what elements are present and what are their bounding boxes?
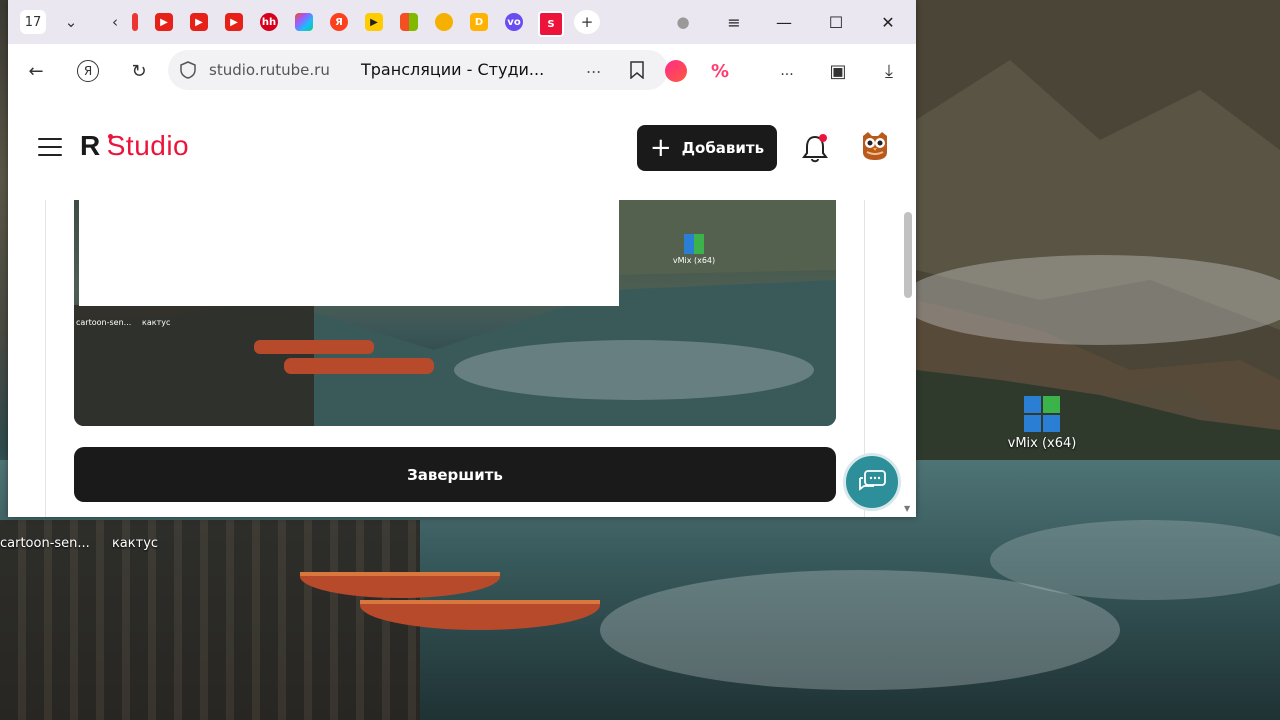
- grid-apps-icon[interactable]: [400, 13, 418, 31]
- url-text: studio.rutube.ru: [209, 61, 330, 79]
- back-arrow-icon[interactable]: ←: [21, 56, 51, 86]
- bell-icon[interactable]: [800, 132, 830, 164]
- page-scrollbar[interactable]: ▼: [901, 200, 916, 517]
- rutube-studio-logo[interactable]: R Studio: [80, 130, 189, 162]
- vmix-icon: [1024, 396, 1060, 432]
- download-icon[interactable]: ⤓: [874, 56, 904, 86]
- url-field[interactable]: studio.rutube.ru Трансляции - Студи... .…: [168, 50, 668, 90]
- alice-icon[interactable]: [661, 56, 691, 86]
- desktop-icon-label: cartoon-sen...: [0, 536, 90, 551]
- address-bar-row: ← Я ↻ studio.rutube.ru Трансляции - Студ…: [8, 44, 916, 96]
- tab-strip: 17 ⌄ ‹ ▶ ▶ ▶ hh Я ▶ D vo S + ● ≡ — ☐ ✕: [8, 0, 916, 44]
- hh-icon[interactable]: hh: [260, 13, 278, 31]
- menu-icon[interactable]: ≡: [714, 8, 754, 36]
- logo-text: Studio: [106, 130, 190, 161]
- preview-vmix-icon: vMix (x64): [672, 234, 716, 265]
- collections-icon[interactable]: ▣: [823, 56, 853, 86]
- scroll-down-arrow-icon[interactable]: ▼: [904, 504, 910, 513]
- owl-avatar-icon[interactable]: [858, 128, 892, 162]
- bookmark-icon[interactable]: [630, 61, 644, 79]
- studio-header: R Studio + Добавить: [8, 96, 916, 200]
- reload-icon[interactable]: ↻: [124, 56, 154, 86]
- rutube-studio-active-tab-icon[interactable]: S: [538, 11, 564, 37]
- hamburger-menu-icon[interactable]: [38, 138, 62, 156]
- preview-vmix-label: vMix (x64): [672, 256, 716, 265]
- minimize-icon[interactable]: —: [764, 8, 804, 36]
- play-icon[interactable]: ▶: [365, 13, 383, 31]
- stream-panel: vMix (x64) cartoon-sen... кактус Заверши…: [45, 200, 865, 517]
- profile-icon[interactable]: ●: [670, 10, 696, 34]
- dzen-icon[interactable]: D: [470, 13, 488, 31]
- chevron-left-icon[interactable]: ‹: [102, 10, 128, 34]
- youtube-icon[interactable]: ▶: [225, 13, 243, 31]
- tab-favicon-youtube-partial[interactable]: [132, 13, 138, 31]
- desktop-icon-label: кактус: [111, 536, 159, 551]
- plus-icon: +: [649, 133, 672, 163]
- close-icon[interactable]: ✕: [868, 8, 908, 36]
- scrollbar-thumb[interactable]: [904, 212, 912, 298]
- youtube-icon[interactable]: ▶: [190, 13, 208, 31]
- desktop-icon-cartoon[interactable]: cartoon-sen...: [0, 536, 100, 551]
- vk-video-icon[interactable]: vo: [505, 13, 523, 31]
- maximize-icon[interactable]: ☐: [816, 8, 856, 36]
- desktop-icon-label: vMix (x64): [1007, 436, 1077, 451]
- new-tab-icon[interactable]: +: [574, 10, 600, 34]
- toolbar-more-button[interactable]: ...: [772, 56, 802, 86]
- page-title: Трансляции - Студи...: [361, 60, 545, 79]
- desktop-icon-kaktus[interactable]: кактус: [100, 536, 170, 551]
- youtube-icon[interactable]: ▶: [155, 13, 173, 31]
- shield-icon: [180, 61, 196, 79]
- browser-window: 17 ⌄ ‹ ▶ ▶ ▶ hh Я ▶ D vo S + ● ≡ — ☐ ✕ ←…: [8, 0, 916, 517]
- desktop-icon-vmix[interactable]: vMix (x64): [997, 396, 1087, 451]
- add-button[interactable]: + Добавить: [637, 125, 777, 171]
- chevron-down-icon[interactable]: ⌄: [58, 10, 84, 34]
- rutube-studio-page: R Studio + Добавить vMix (x64) cartoon-s…: [8, 96, 916, 517]
- yandex-home-icon[interactable]: Я: [73, 56, 103, 86]
- preview-label-cartoon: cartoon-sen...: [76, 318, 132, 327]
- discount-icon[interactable]: %: [705, 56, 735, 86]
- add-button-label: Добавить: [681, 139, 765, 157]
- support-chat-button[interactable]: [843, 453, 901, 511]
- yandex-icon[interactable]: Я: [330, 13, 348, 31]
- circle-yellow-icon[interactable]: [435, 13, 453, 31]
- preview-white-overlay: [79, 200, 619, 306]
- address-more-button[interactable]: ...: [586, 58, 601, 77]
- preview-label-kaktus: кактус: [142, 318, 171, 327]
- chat-bubbles-icon: [859, 470, 886, 491]
- logo-dot: [108, 134, 113, 139]
- figma-icon[interactable]: [295, 13, 313, 31]
- stream-preview: vMix (x64) cartoon-sen... кактус: [74, 200, 836, 426]
- finish-stream-button[interactable]: Завершить: [74, 447, 836, 502]
- tab-count-button[interactable]: 17: [20, 10, 46, 34]
- logo-letter: R: [80, 130, 101, 161]
